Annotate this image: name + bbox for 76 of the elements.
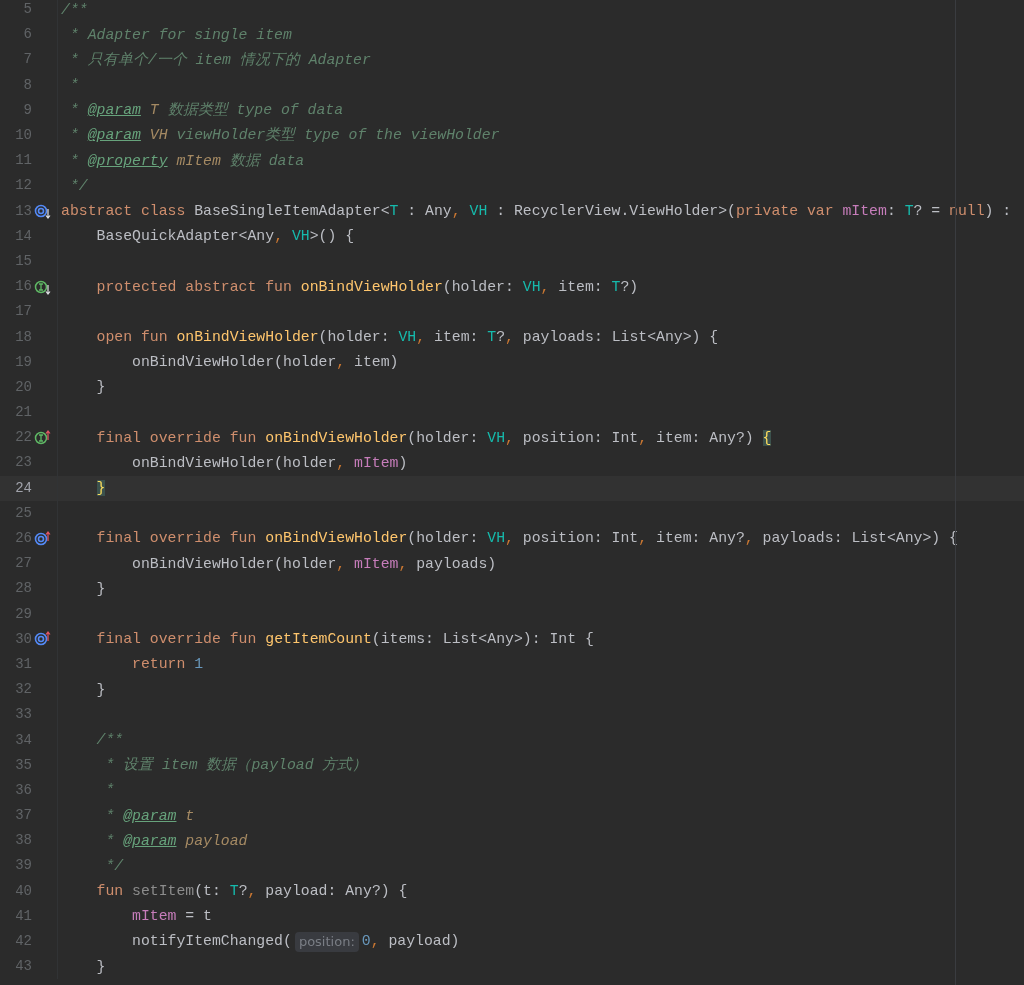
line-number: 12 <box>14 176 32 196</box>
line-number: 22 <box>14 428 32 448</box>
line-number: 21 <box>14 403 32 423</box>
code-line: * @property mItem 数据 data <box>68 151 305 171</box>
code-line: protected abstract fun onBindViewHolder(holder: VH, item: T?) <box>95 277 639 297</box>
code-line: */ <box>68 176 88 196</box>
implemented-marker-icon[interactable] <box>34 203 52 220</box>
code-line: /** <box>95 730 124 750</box>
line-number: 33 <box>14 705 32 725</box>
code-line: onBindViewHolder(holder, mItem, payloads) <box>131 554 497 574</box>
line-number: 20 <box>14 377 32 397</box>
code-line: final override fun getItemCount(items: List<Any>): Int { <box>95 630 594 650</box>
code-line: onBindViewHolder(holder, item) <box>131 353 399 373</box>
code-line: mItem = t <box>131 907 212 927</box>
line-number: 11 <box>14 151 32 171</box>
interface-marker-icon[interactable] <box>34 278 52 295</box>
code-line: } <box>95 579 106 599</box>
code-line: * @param t <box>104 806 195 826</box>
line-number: 35 <box>14 755 32 775</box>
line-number: 13 <box>14 201 32 221</box>
code-line: * 设置 item 数据（payload 方式） <box>104 755 368 776</box>
line-number: 28 <box>14 579 32 599</box>
line-number: 17 <box>14 302 32 322</box>
line-number: 43 <box>14 957 32 977</box>
implemented-marker-icon[interactable] <box>34 530 52 547</box>
code-line: * <box>68 76 79 96</box>
line-number: 34 <box>14 730 32 750</box>
code-text: notifyItemChanged( <box>131 932 292 952</box>
line-number: 23 <box>14 453 32 473</box>
code-line: * <box>104 781 115 801</box>
line-number: 10 <box>14 126 32 146</box>
line-number: 37 <box>14 806 32 826</box>
code-line: * Adapter for single item <box>68 25 292 45</box>
code-line: fun setItem(t: T?, payload: Any?) { <box>95 882 408 902</box>
code-line: return 1 <box>131 655 204 675</box>
line-number: 27 <box>14 554 32 574</box>
line-number: 30 <box>14 629 32 649</box>
line-number: 16 <box>14 277 32 297</box>
code-line: /** <box>61 0 88 20</box>
code-line: final override fun onBindViewHolder(holder: VH, position: Int, item: Any?) { <box>95 428 772 448</box>
line-number: 41 <box>14 906 32 926</box>
code-line: open fun onBindViewHolder(holder: VH, item: T?, payloads: List<Any>) { <box>95 327 719 347</box>
interface-marker-icon[interactable] <box>34 429 52 446</box>
line-number: 26 <box>14 529 32 549</box>
line-number: 14 <box>14 226 32 246</box>
line-number: 6 <box>22 25 32 45</box>
code-line: } <box>95 378 106 398</box>
code-line: * @param T 数据类型 type of data <box>68 101 344 121</box>
line-number: 7 <box>22 50 32 70</box>
line-number: 19 <box>14 352 32 372</box>
code-line: BaseQuickAdapter<Any, VH>() { <box>95 227 355 247</box>
line-number: 5 <box>22 0 32 20</box>
code-line: * @param payload <box>104 831 248 851</box>
line-number: 24 <box>14 478 32 498</box>
line-number: 42 <box>14 932 32 952</box>
line-number: 9 <box>22 100 32 120</box>
code-line: } <box>95 957 106 977</box>
line-number: 29 <box>14 604 32 624</box>
code-line: * 只有单个/一个 item 情况下的 Adapter <box>68 50 371 70</box>
code-line: } <box>95 680 106 700</box>
parameter-hint: position: <box>294 931 359 952</box>
line-number: 38 <box>14 831 32 851</box>
code-line: * @param VH viewHolder类型 type of the viewHolder <box>68 126 500 146</box>
line-number: 25 <box>14 503 32 523</box>
line-number: 18 <box>14 327 32 347</box>
line-number: 40 <box>14 881 32 901</box>
implemented-marker-icon[interactable] <box>34 631 52 648</box>
code-line: onBindViewHolder(holder, mItem) <box>131 453 408 473</box>
line-number: 8 <box>22 75 32 95</box>
code-text: 0, payload) <box>361 932 460 952</box>
line-number: 39 <box>14 856 32 876</box>
line-number: 15 <box>14 251 32 271</box>
line-number: 32 <box>14 680 32 700</box>
code-line: */ <box>104 856 124 876</box>
line-number: 36 <box>14 780 32 800</box>
line-number: 31 <box>14 654 32 674</box>
